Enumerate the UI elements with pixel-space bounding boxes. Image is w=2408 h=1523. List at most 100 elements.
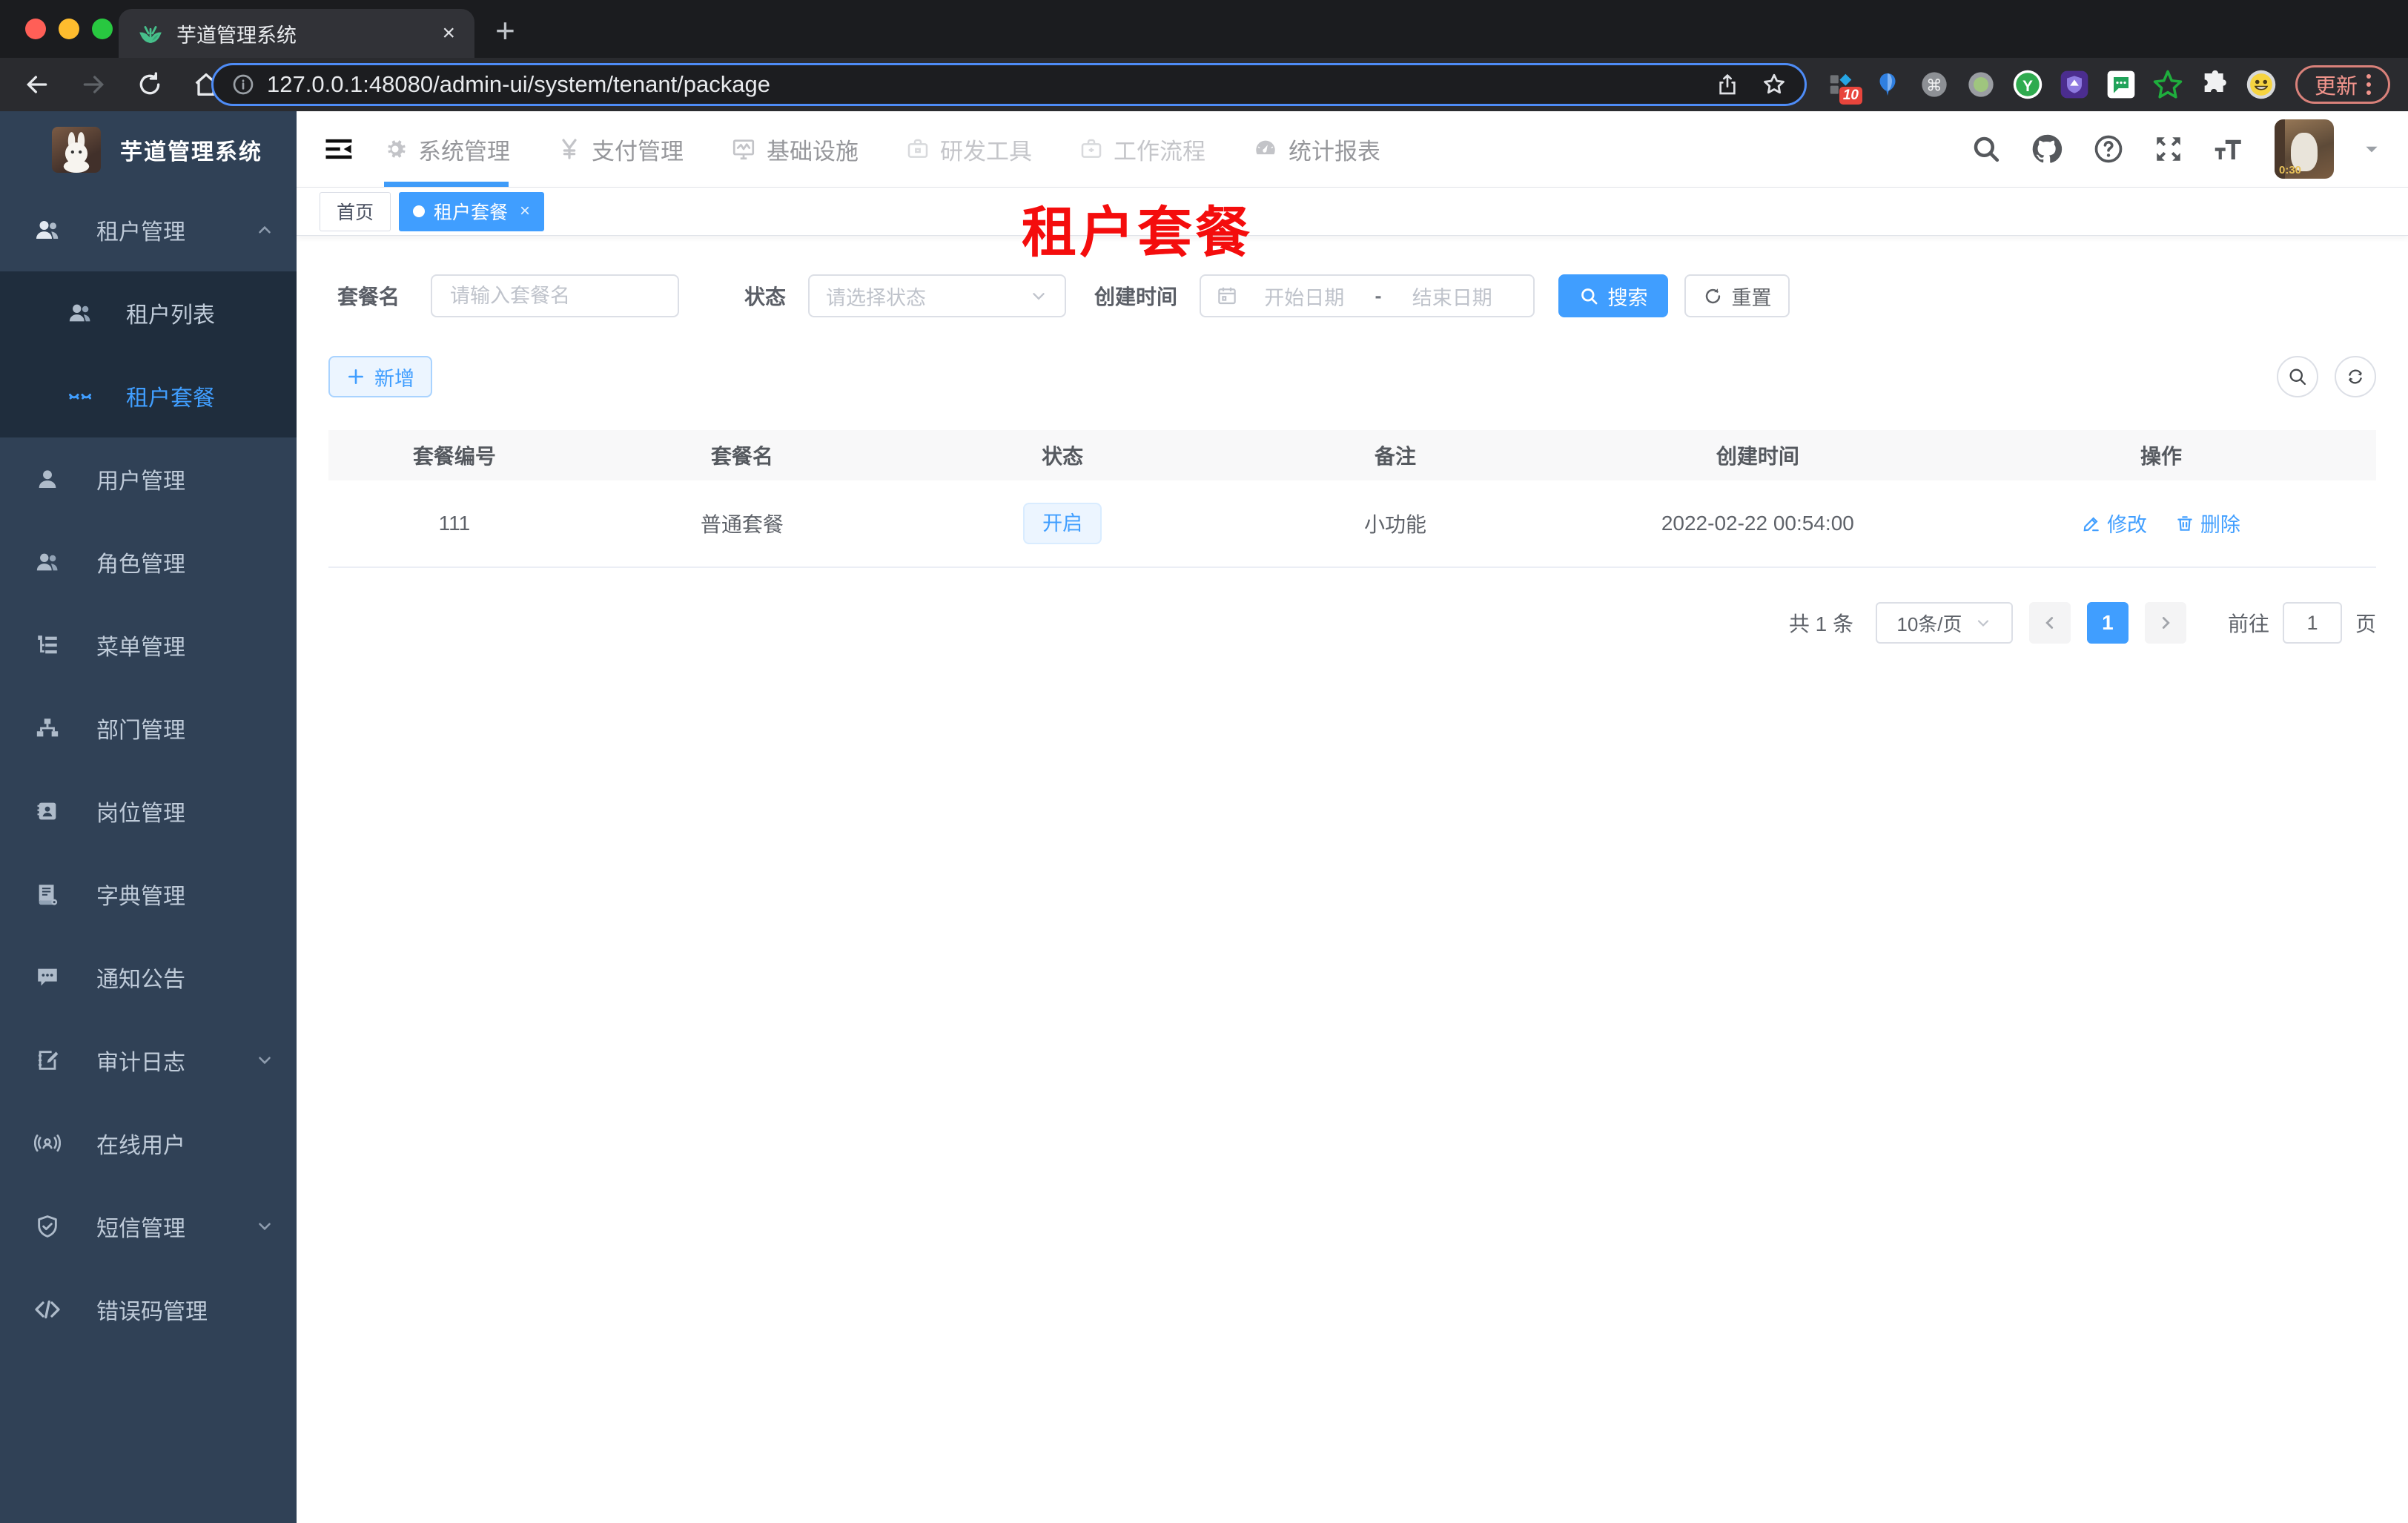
user-avatar[interactable]: 0:30 — [2275, 119, 2334, 179]
menu-label: 在线用户 — [96, 1134, 185, 1158]
avatar-caret-icon[interactable] — [2362, 139, 2381, 159]
menu-label: 岗位管理 — [96, 802, 185, 826]
nav-item-infrastructure[interactable]: 基础设施 — [731, 111, 859, 187]
browser-update-button[interactable]: 更新 — [2295, 65, 2390, 104]
sidebar-item-error-code[interactable]: 错误码管理 — [0, 1268, 297, 1351]
page-content: 套餐名 状态 请选择状态 创建时间 开始日期 - — [297, 236, 2408, 1523]
col-remark: 备注 — [1374, 445, 1416, 468]
minimize-window-button[interactable] — [59, 19, 79, 39]
font-size-icon[interactable] — [2212, 133, 2246, 165]
nav-item-reports[interactable]: 统计报表 — [1253, 111, 1380, 187]
yen-icon — [558, 137, 581, 161]
site-info-icon[interactable] — [231, 73, 255, 96]
start-date-placeholder[interactable]: 开始日期 — [1238, 282, 1371, 311]
table-row: 111 普通套餐 开启 小功能 2022-02-22 00:54:00 修改 删… — [328, 480, 2376, 568]
toolbar-refresh-button[interactable] — [2335, 356, 2376, 397]
nav-item-workflow[interactable]: 工作流程 — [1079, 111, 1205, 187]
end-date-placeholder[interactable]: 结束日期 — [1386, 282, 1519, 311]
nav-item-system[interactable]: 系统管理 — [383, 111, 510, 187]
sidebar-item-dict-management[interactable]: 字典管理 — [0, 853, 297, 936]
cell-actions: 修改 删除 — [1946, 509, 2376, 538]
help-icon[interactable] — [2092, 133, 2125, 165]
sidebar-item-tenant-package[interactable]: 租户套餐 — [0, 354, 297, 437]
sidebar-item-online-users[interactable]: 在线用户 — [0, 1102, 297, 1185]
url-text[interactable]: 127.0.0.1:48080/admin-ui/system/tenant/p… — [267, 71, 1716, 98]
package-name-input[interactable] — [432, 284, 678, 308]
url-bar[interactable]: 127.0.0.1:48080/admin-ui/system/tenant/p… — [211, 63, 1807, 106]
next-page-button[interactable] — [2144, 602, 2186, 644]
close-window-button[interactable] — [25, 19, 46, 39]
tab-title: 芋道管理系统 — [176, 24, 297, 47]
page-number-1[interactable]: 1 — [2086, 602, 2128, 644]
status-select[interactable]: 请选择状态 — [808, 274, 1067, 317]
sidebar-item-sms-management[interactable]: 短信管理 — [0, 1185, 297, 1268]
tag-tenant-package[interactable]: 租户套餐 × — [399, 191, 545, 231]
extension-balloon-icon[interactable] — [1872, 69, 1903, 100]
extension-shield-icon[interactable] — [2059, 69, 2090, 100]
message-icon — [33, 965, 62, 990]
reset-button[interactable]: 重置 — [1684, 274, 1790, 317]
prev-page-button[interactable] — [2028, 602, 2071, 644]
chevron-down-icon — [255, 1051, 274, 1070]
sidebar-item-role-management[interactable]: 角色管理 — [0, 521, 297, 604]
sidebar-item-menu-management[interactable]: 菜单管理 — [0, 604, 297, 687]
date-range-picker[interactable]: 开始日期 - 结束日期 — [1200, 274, 1535, 317]
menu-label: 租户管理 — [96, 220, 185, 245]
tag-label: 首页 — [337, 202, 374, 223]
github-icon[interactable] — [2030, 132, 2064, 166]
share-icon[interactable] — [1716, 73, 1739, 96]
browser-menu-icon[interactable] — [2366, 74, 2371, 95]
sidebar-item-audit-log[interactable]: 审计日志 — [0, 1019, 297, 1102]
extensions-puzzle-icon[interactable] — [2199, 69, 2230, 100]
page-size-select[interactable]: 10条/页 — [1875, 602, 2013, 644]
extension-y-green-icon[interactable]: Y — [2012, 69, 2043, 100]
tag-home[interactable]: 首页 — [320, 191, 391, 231]
package-name-label: 套餐名 — [337, 285, 400, 308]
forward-icon[interactable] — [79, 70, 108, 99]
extensions-row: 10 ⌘ Y — [1825, 67, 2277, 105]
fullscreen-icon[interactable] — [2153, 133, 2184, 165]
sidebar-item-user-management[interactable]: 用户管理 — [0, 437, 297, 521]
extension-chat-icon[interactable] — [2106, 69, 2137, 100]
cell-package-name: 普通套餐 — [700, 513, 784, 536]
sidebar-item-tenant-list[interactable]: 租户列表 — [0, 271, 297, 354]
col-create-time: 创建时间 — [1716, 445, 1799, 468]
extension-star-icon[interactable] — [2152, 69, 2183, 100]
browser-tab[interactable]: 芋道管理系统 × — [119, 9, 474, 58]
back-icon[interactable] — [22, 70, 52, 99]
delete-link[interactable]: 删除 — [2175, 509, 2240, 538]
bookmark-star-icon[interactable] — [1762, 72, 1787, 97]
extension-gray-circle-icon[interactable] — [1965, 69, 1997, 100]
sidebar-item-post-management[interactable]: 岗位管理 — [0, 770, 297, 853]
new-tab-button[interactable]: + — [495, 10, 515, 50]
sidebar-item-dept-management[interactable]: 部门管理 — [0, 687, 297, 770]
goto-page-input[interactable] — [2283, 611, 2341, 635]
page-size-value: 10条/页 — [1896, 612, 1962, 635]
extension-tasks-icon[interactable]: 10 — [1825, 69, 1862, 105]
edit-link[interactable]: 修改 — [2082, 509, 2147, 538]
search-button[interactable]: 搜索 — [1558, 274, 1669, 317]
code-icon — [33, 1296, 62, 1323]
menu-label: 通知公告 — [96, 968, 185, 992]
profile-emoji-icon[interactable] — [2246, 69, 2277, 100]
tab-close-icon[interactable]: × — [442, 22, 455, 44]
reload-icon[interactable] — [135, 70, 165, 99]
nav-item-payment[interactable]: 支付管理 — [558, 111, 684, 187]
app-header: 系统管理 支付管理 基础设施 研发工具 工作流程 统计报表 0:30 — [297, 111, 2408, 188]
browser-addressbar: 127.0.0.1:48080/admin-ui/system/tenant/p… — [0, 58, 2408, 111]
zoom-window-button[interactable] — [92, 19, 113, 39]
window-controls[interactable] — [25, 19, 113, 39]
sidebar-item-notice[interactable]: 通知公告 — [0, 936, 297, 1019]
add-button[interactable]: 新增 — [328, 356, 432, 397]
sidebar-item-tenant-management[interactable]: 租户管理 — [0, 188, 297, 271]
sidebar-collapse-icon[interactable] — [297, 111, 369, 187]
extension-command-icon[interactable]: ⌘ — [1919, 69, 1950, 100]
app-title: 芋道管理系统 — [120, 140, 262, 165]
header-search-icon[interactable] — [1971, 133, 2002, 165]
date-separator: - — [1375, 284, 1382, 307]
tag-close-icon[interactable]: × — [520, 201, 530, 222]
nav-item-dev-tools[interactable]: 研发工具 — [906, 111, 1032, 187]
toolbar-search-toggle-button[interactable] — [2277, 356, 2318, 397]
goto-label: 前往 — [2227, 612, 2269, 635]
tree-table-icon — [33, 632, 62, 658]
